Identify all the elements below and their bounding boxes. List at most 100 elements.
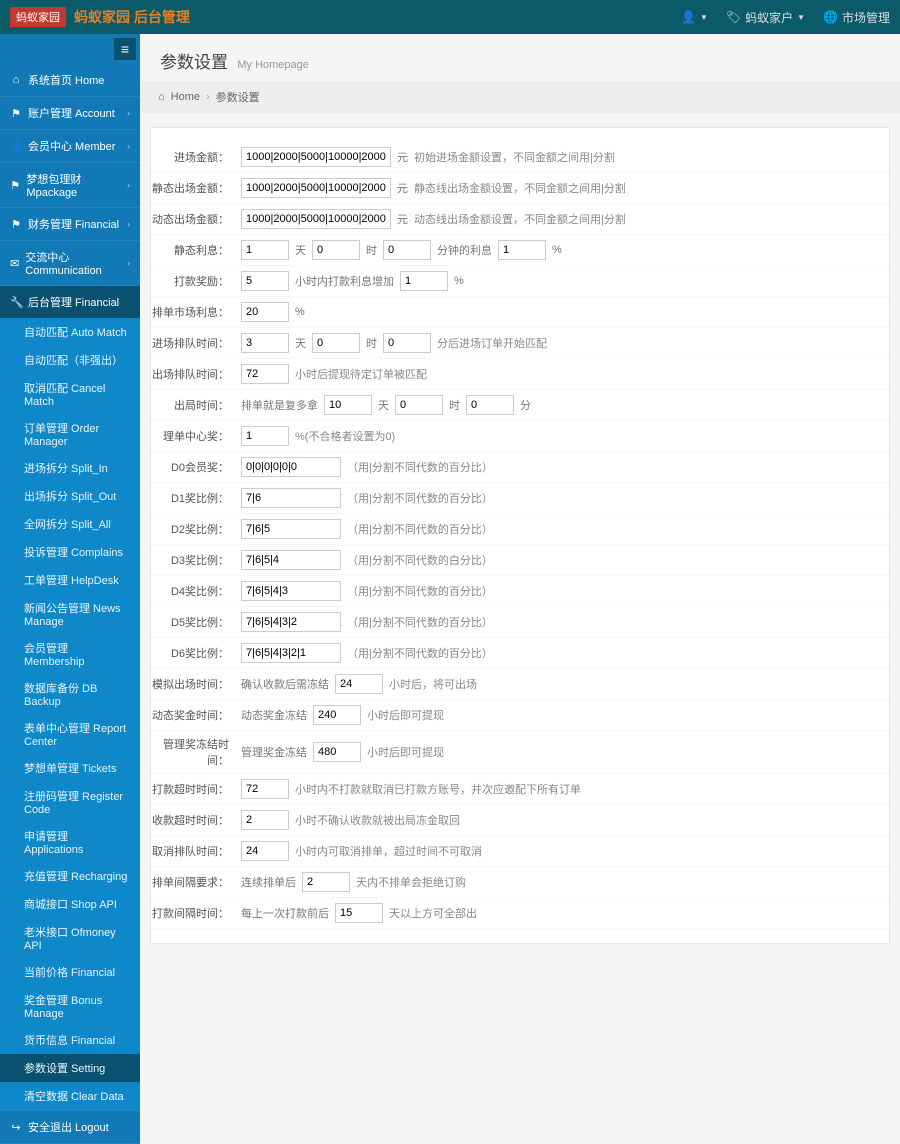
- dyn-bonus-input[interactable]: [313, 705, 361, 725]
- queue-gap-input[interactable]: [302, 872, 350, 892]
- out-min[interactable]: [466, 395, 514, 415]
- submenu-item[interactable]: 订单管理 Order Manager: [0, 414, 140, 454]
- breadcrumb-separator: ›: [206, 91, 210, 103]
- dynamic-exit-input[interactable]: [241, 209, 391, 229]
- cancel-queue-input[interactable]: [241, 841, 289, 861]
- row-exit-queue: 出场排队时间： 小时后提现待定订单被匹配: [151, 359, 889, 390]
- row-queue-gap: 排单间隔要求： 连续排单后天内不排单会拒绝订购: [151, 867, 889, 898]
- eq-hour[interactable]: [312, 333, 360, 353]
- menu-label: 账户管理 Account: [28, 105, 115, 121]
- menu-item[interactable]: 🔧后台管理 Financial: [0, 286, 140, 318]
- submenu-item[interactable]: 新闻公告管理 News Manage: [0, 594, 140, 634]
- d6-input[interactable]: [241, 643, 341, 663]
- submenu-item[interactable]: 注册码管理 Register Code: [0, 782, 140, 822]
- d0-input[interactable]: [241, 457, 341, 477]
- row-d6: D6奖比例： （用|分割不同代数的百分比）: [151, 638, 889, 669]
- breadcrumb-home[interactable]: Home: [171, 91, 200, 103]
- submenu-item[interactable]: 会员管理 Membership: [0, 634, 140, 674]
- submenu-item[interactable]: 数据库备份 DB Backup: [0, 674, 140, 714]
- submenu-item[interactable]: 老米接口 Ofmoney API: [0, 918, 140, 958]
- si-min[interactable]: [383, 240, 431, 260]
- d3-input[interactable]: [241, 550, 341, 570]
- mgr-bonus-input[interactable]: [313, 742, 361, 762]
- submenu-item[interactable]: 工单管理 HelpDesk: [0, 566, 140, 594]
- submenu-item[interactable]: 取消匹配 Cancel Match: [0, 374, 140, 414]
- chevron-right-icon: ›: [127, 219, 130, 229]
- chevron-right-icon: ›: [127, 108, 130, 118]
- sim-exit-input[interactable]: [335, 674, 383, 694]
- recv-timeout-input[interactable]: [241, 810, 289, 830]
- menu-icon: ⚑: [10, 179, 20, 192]
- submenu-item[interactable]: 出场拆分 Split_Out: [0, 482, 140, 510]
- si-day[interactable]: [241, 240, 289, 260]
- menu-item[interactable]: ⚑账户管理 Account›: [0, 97, 140, 129]
- center-reward-input[interactable]: [241, 426, 289, 446]
- menu-item[interactable]: ✉交流中心 Communication›: [0, 241, 140, 285]
- pay-timeout-input[interactable]: [241, 779, 289, 799]
- page-header: 参数设置 My Homepage: [140, 34, 900, 81]
- pay-gap-input[interactable]: [335, 903, 383, 923]
- topbar: 蚂蚁家园 蚂蚁家园 后台管理 👤▼ 🏷蚂蚁家户▼ 🌐市场管理: [0, 0, 900, 34]
- d5-input[interactable]: [241, 612, 341, 632]
- row-dynamic-exit: 动态出场金额： 元 动态线出场金额设置，不同金额之间用|分割: [151, 204, 889, 235]
- menu-item[interactable]: ⚑梦想包理财 Mpackage›: [0, 163, 140, 207]
- breadcrumb-current: 参数设置: [216, 89, 260, 105]
- submenu-item[interactable]: 申请管理 Applications: [0, 822, 140, 862]
- row-entry-queue: 进场排队时间： 天 时 分后进场订单开始匹配: [151, 328, 889, 359]
- submenu-item[interactable]: 自动匹配 Auto Match: [0, 318, 140, 346]
- sidebar-toggle[interactable]: ≡: [114, 38, 136, 60]
- logo: 蚂蚁家园: [10, 7, 66, 27]
- user-menu[interactable]: 👤▼: [681, 10, 708, 24]
- static-exit-input[interactable]: [241, 178, 391, 198]
- submenu-item[interactable]: 全网拆分 Split_All: [0, 510, 140, 538]
- submenu-item[interactable]: 进场拆分 Split_In: [0, 454, 140, 482]
- submenu-item[interactable]: 货币信息 Financial: [0, 1026, 140, 1054]
- market-link[interactable]: 🌐市场管理: [823, 9, 890, 26]
- menu-label: 会员中心 Member: [28, 138, 115, 154]
- row-out-time: 出局时间： 排单就是复多拿 天 时 分: [151, 390, 889, 421]
- submenu-item[interactable]: 商城接口 Shop API: [0, 890, 140, 918]
- menu-item[interactable]: ↪安全退出 Logout: [0, 1111, 140, 1143]
- submenu-item[interactable]: 参数设置 Setting: [0, 1054, 140, 1082]
- eq-min[interactable]: [383, 333, 431, 353]
- si-pct[interactable]: [498, 240, 546, 260]
- page-title: 参数设置: [160, 48, 228, 73]
- submenu-item[interactable]: 充值管理 Recharging: [0, 862, 140, 890]
- submenu-item[interactable]: 清空数据 Clear Data: [0, 1082, 140, 1110]
- menu-item[interactable]: ⚑财务管理 Financial›: [0, 208, 140, 240]
- family-link[interactable]: 🏷蚂蚁家户▼: [726, 9, 805, 26]
- pay-reward-h[interactable]: [241, 271, 289, 291]
- submenu-item[interactable]: 梦想单管理 Tickets: [0, 754, 140, 782]
- chevron-down-icon: ▼: [700, 13, 708, 22]
- market-interest-input[interactable]: [241, 302, 289, 322]
- submenu-item[interactable]: 奖金管理 Bonus Manage: [0, 986, 140, 1026]
- main-content: 参数设置 My Homepage ⌂ Home › 参数设置 进场金额： 元 初…: [140, 34, 900, 1144]
- exit-queue-input[interactable]: [241, 364, 289, 384]
- out-day[interactable]: [324, 395, 372, 415]
- breadcrumb: ⌂ Home › 参数设置: [140, 81, 900, 113]
- chevron-down-icon: ▼: [797, 13, 805, 22]
- menu-label: 安全退出 Logout: [28, 1119, 109, 1135]
- row-entry-amount: 进场金额： 元 初始进场金额设置，不同金额之间用|分割: [151, 142, 889, 173]
- submenu-item[interactable]: 自动匹配（非强出）: [0, 346, 140, 374]
- d1-input[interactable]: [241, 488, 341, 508]
- eq-day[interactable]: [241, 333, 289, 353]
- sidebar: ≡ ⌂系统首页 Home⚑账户管理 Account›👤会员中心 Member›⚑…: [0, 34, 140, 1144]
- row-cancel-queue: 取消排队时间： 小时内可取消排单，超过时间不可取消: [151, 836, 889, 867]
- entry-amount-input[interactable]: [241, 147, 391, 167]
- row-d5: D5奖比例： （用|分割不同代数的百分比）: [151, 607, 889, 638]
- d4-input[interactable]: [241, 581, 341, 601]
- pay-reward-pct[interactable]: [400, 271, 448, 291]
- main-menu: ⌂系统首页 Home ⚑ 账户管理 Account › 👤会员中心 Member›⚑梦想…: [0, 34, 140, 1144]
- menu-item[interactable]: ⌂系统首页 Home: [0, 64, 140, 96]
- row-dynamic-bonus: 动态奖金时间： 动态奖金冻结小时后即可提现: [151, 700, 889, 731]
- menu-item[interactable]: 👤会员中心 Member›: [0, 130, 140, 162]
- submenu-item[interactable]: 当前价格 Financial: [0, 958, 140, 986]
- d2-input[interactable]: [241, 519, 341, 539]
- si-hour[interactable]: [312, 240, 360, 260]
- row-center-reward: 理单中心奖： %(不合格者设置为0): [151, 421, 889, 452]
- submenu-item[interactable]: 表单中心管理 Report Center: [0, 714, 140, 754]
- submenu-item[interactable]: 投诉管理 Complains: [0, 538, 140, 566]
- menu-label: 后台管理 Financial: [28, 294, 119, 310]
- out-hour[interactable]: [395, 395, 443, 415]
